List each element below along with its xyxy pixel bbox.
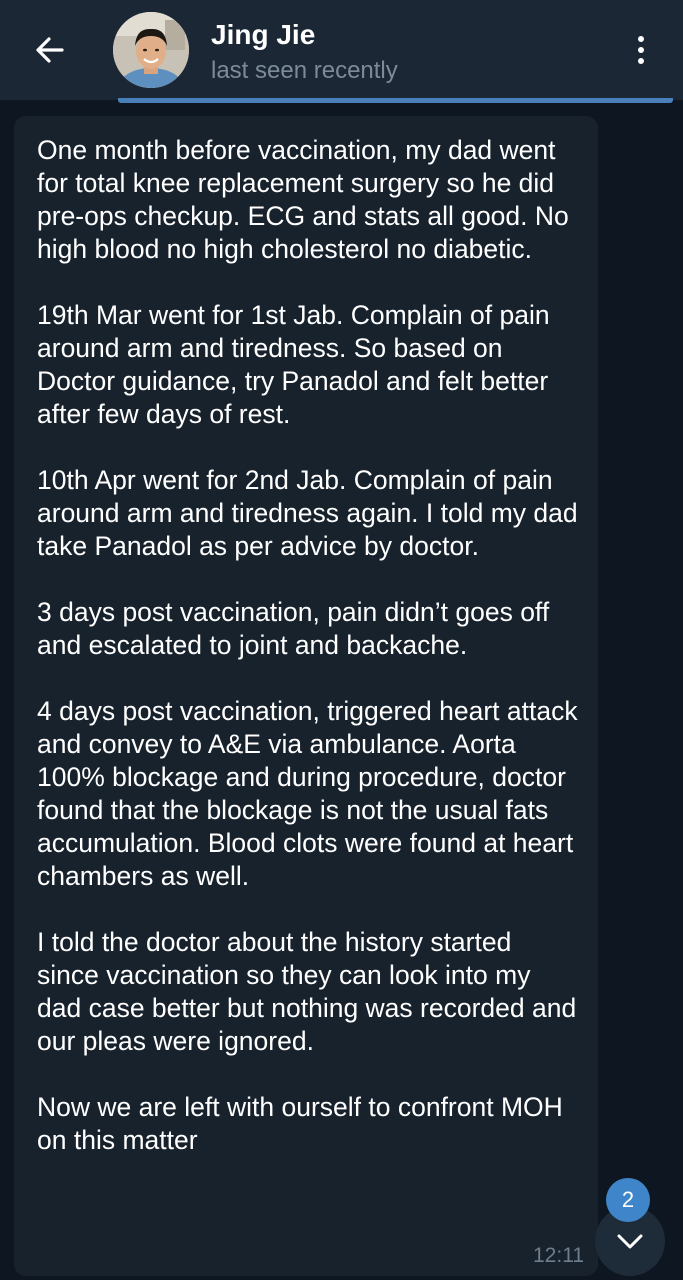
avatar[interactable] (113, 12, 189, 88)
arrow-left-icon (36, 37, 64, 63)
message-paragraph: Now we are left with ourself to confront… (37, 1092, 563, 1155)
more-vertical-icon-dot (638, 58, 644, 64)
chevron-down-icon (617, 1234, 643, 1249)
more-vertical-icon-dot (638, 47, 644, 53)
pinned-message-bar[interactable] (118, 98, 673, 103)
more-vertical-icon (638, 36, 644, 42)
message-bubble[interactable]: One month before vaccination, my dad wen… (14, 116, 598, 1276)
message-time: 12:11 (533, 1244, 584, 1267)
message-paragraph: I told the doctor about the history star… (37, 927, 577, 1056)
message-paragraph: 3 days post vaccination, pain didn’t goe… (37, 597, 550, 660)
message-paragraph: One month before vaccination, my dad wen… (37, 135, 569, 264)
chat-title[interactable]: Jing Jie (211, 18, 315, 52)
message-paragraph: 19th Mar went for 1st Jab. Complain of p… (37, 300, 550, 429)
back-button[interactable] (28, 28, 72, 72)
message-paragraph: 10th Apr went for 2nd Jab. Complain of p… (37, 465, 578, 561)
profile-photo (113, 12, 189, 88)
chat-header: Jing Jie last seen recently (0, 0, 683, 100)
last-seen-status: last seen recently (211, 57, 398, 84)
unread-count-badge[interactable]: 2 (606, 1178, 650, 1222)
more-options-button[interactable] (621, 28, 661, 72)
chat-screen: Jing Jie last seen recently One month be… (0, 0, 683, 1280)
message-paragraph: 4 days post vaccination, triggered heart… (37, 696, 578, 891)
